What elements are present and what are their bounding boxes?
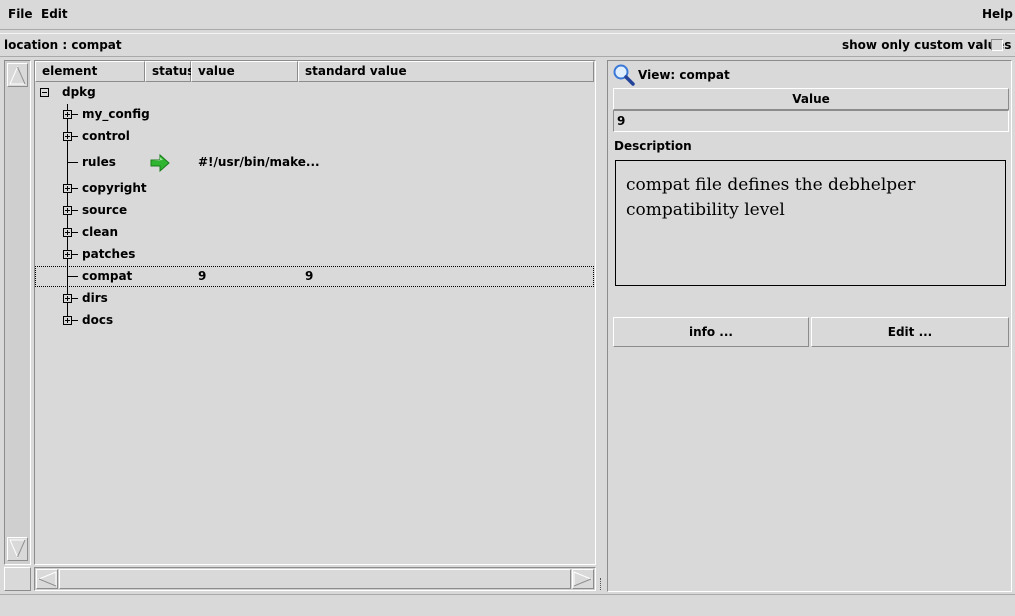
tree-connector <box>72 136 78 137</box>
tree-root-label[interactable]: dpkg <box>62 85 96 99</box>
status-bar <box>0 594 1015 616</box>
menu-file[interactable]: File <box>8 7 33 21</box>
value-column-header: Value <box>613 88 1009 110</box>
expand-toggle[interactable] <box>63 294 72 303</box>
column-header-element[interactable]: element <box>35 61 145 82</box>
value-cell[interactable]: 9 <box>613 110 1009 132</box>
custom-values-label: show only custom values <box>842 38 1012 52</box>
scroll-thumb[interactable] <box>59 569 571 589</box>
tree-row-compat[interactable]: compat 9 9 <box>35 266 594 287</box>
tree-connector <box>67 276 78 277</box>
pane-splitter[interactable] <box>599 60 605 592</box>
tree-row-standard-value: 9 <box>305 269 314 283</box>
expand-toggle[interactable] <box>63 206 72 215</box>
tree-connector <box>72 232 78 233</box>
arrow-left-icon <box>37 571 57 587</box>
scroll-down-button[interactable] <box>7 537 28 561</box>
collapse-toggle[interactable] <box>40 88 49 97</box>
tree-row-value: #!/usr/bin/make... <box>198 155 320 169</box>
tree-row-value: 9 <box>198 269 207 283</box>
tree-row-label[interactable]: copyright <box>82 181 147 195</box>
location-label: location : compat <box>4 38 122 52</box>
expand-toggle[interactable] <box>63 228 72 237</box>
column-header-value[interactable]: value <box>191 61 298 82</box>
arrow-down-icon <box>9 539 26 559</box>
description-label: Description <box>614 139 692 153</box>
menu-bar: File Edit Help <box>0 0 1015 30</box>
arrow-right-icon <box>573 571 593 587</box>
expand-toggle[interactable] <box>63 110 72 119</box>
value-cell-text: 9 <box>617 114 626 128</box>
scroll-right-button[interactable] <box>572 569 594 589</box>
column-header-standard-value[interactable]: standard value <box>298 61 594 82</box>
tree-connector <box>72 254 78 255</box>
custom-values-checkbox[interactable] <box>991 39 1003 51</box>
vertical-scrollbar[interactable] <box>4 60 31 565</box>
scroll-corner <box>4 567 31 591</box>
expand-toggle[interactable] <box>63 132 72 141</box>
tree-connector <box>72 320 78 321</box>
expand-toggle[interactable] <box>63 316 72 325</box>
tree-row-label[interactable]: my_config <box>82 107 150 121</box>
expand-toggle[interactable] <box>63 250 72 259</box>
tree-connector <box>72 210 78 211</box>
green-arrow-icon <box>150 153 170 173</box>
tree-row-label[interactable]: dirs <box>82 291 108 305</box>
view-title: View: compat <box>638 68 730 82</box>
horizontal-scrollbar[interactable] <box>34 567 596 591</box>
info-button[interactable]: info ... <box>613 317 809 347</box>
tree-connector <box>67 162 78 163</box>
description-text-area[interactable]: compat file defines the debhelper compat… <box>615 160 1006 286</box>
tree-row-label[interactable]: source <box>82 203 127 217</box>
tree-row-label[interactable]: control <box>82 129 130 143</box>
description-text: compat file defines the debhelper compat… <box>626 175 916 220</box>
tree-connector <box>72 298 78 299</box>
edit-button[interactable]: Edit ... <box>811 317 1009 347</box>
tree-row-label[interactable]: compat <box>82 269 132 283</box>
arrow-up-icon <box>9 65 26 85</box>
info-button-label: info ... <box>689 325 733 339</box>
value-column-header-label: Value <box>792 92 830 106</box>
tree-row-label[interactable]: rules <box>82 155 116 169</box>
scroll-up-button[interactable] <box>7 63 28 87</box>
menu-help[interactable]: Help <box>982 7 1013 21</box>
tree-connector <box>72 188 78 189</box>
tree-row-label[interactable]: clean <box>82 225 118 239</box>
tree-connector <box>72 114 78 115</box>
location-bar: location : compat show only custom value… <box>0 33 1015 57</box>
tree-row-label[interactable]: patches <box>82 247 135 261</box>
edit-button-label: Edit ... <box>887 325 933 339</box>
expand-toggle[interactable] <box>63 184 72 193</box>
view-panel: View: compat Value 9 Description compat … <box>607 60 1012 592</box>
menu-edit[interactable]: Edit <box>41 7 68 21</box>
column-header-status[interactable]: status <box>145 61 194 82</box>
tree-row-label[interactable]: docs <box>82 313 113 327</box>
magnifier-icon <box>613 64 635 86</box>
scroll-left-button[interactable] <box>36 569 58 589</box>
splitter-grip[interactable] <box>600 578 604 590</box>
